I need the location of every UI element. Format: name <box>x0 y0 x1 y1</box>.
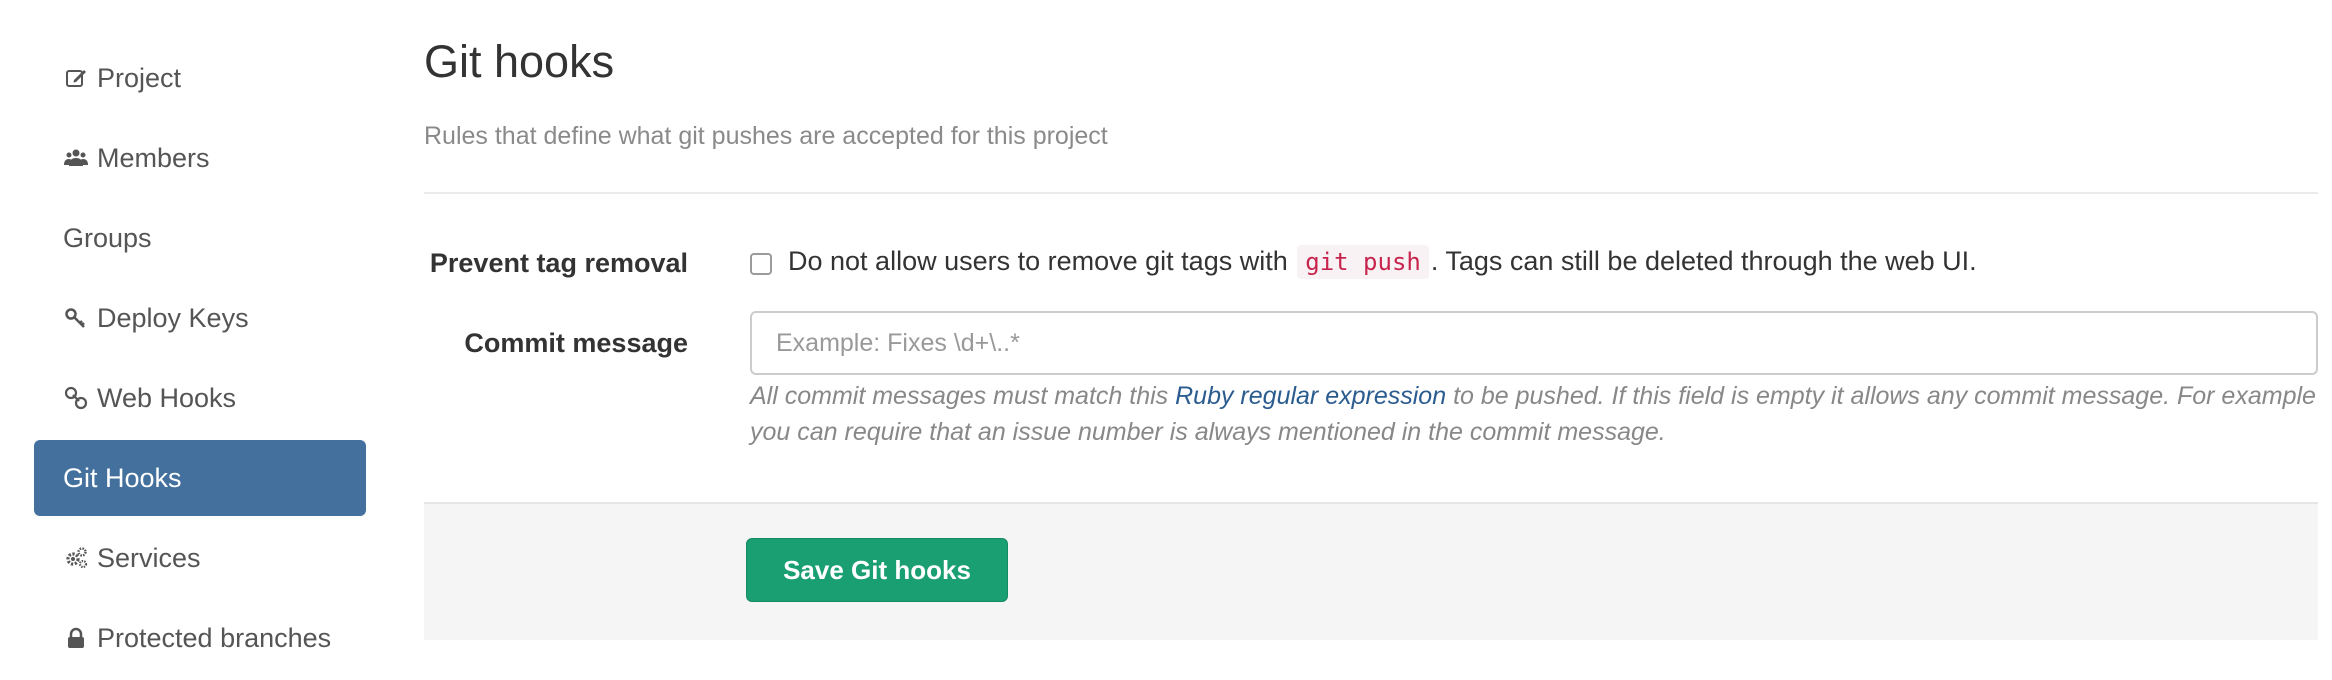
ruby-regex-link[interactable]: Ruby regular expression <box>1175 382 1446 410</box>
settings-sidebar: Project Members Groups Deploy Keys Web H… <box>34 40 366 680</box>
edit-icon <box>63 65 89 91</box>
save-git-hooks-button[interactable]: Save Git hooks <box>746 538 1008 602</box>
sidebar-item-deploy-keys[interactable]: Deploy Keys <box>34 280 366 356</box>
commit-message-label: Commit message <box>464 328 688 358</box>
lock-icon <box>63 625 89 651</box>
sidebar-item-web-hooks[interactable]: Web Hooks <box>34 360 366 436</box>
prevent-tag-removal-description: Do not allow users to remove git tags wi… <box>788 245 1977 279</box>
sidebar-item-members[interactable]: Members <box>34 120 366 196</box>
gears-icon <box>63 545 89 571</box>
sidebar-item-label: Members <box>97 142 210 173</box>
link-icon <box>63 385 89 411</box>
sidebar-item-label: Web Hooks <box>97 382 237 413</box>
sidebar-item-label: Project <box>97 62 182 93</box>
page-title: Git hooks <box>424 36 615 87</box>
divider <box>424 192 2318 194</box>
sidebar-item-label: Git Hooks <box>63 462 182 493</box>
git-push-code: git push <box>1297 245 1429 279</box>
sidebar-item-groups[interactable]: Groups <box>34 200 366 276</box>
key-icon <box>63 305 89 331</box>
sidebar-item-services[interactable]: Services <box>34 520 366 596</box>
users-icon <box>63 145 89 171</box>
description-text-after: . Tags can still be deleted through the … <box>1430 246 1977 276</box>
sidebar-item-project[interactable]: Project <box>34 40 366 116</box>
sidebar-item-protected-branches[interactable]: Protected branches <box>34 600 366 676</box>
help-text-before: All commit messages must match this <box>750 382 1169 410</box>
sidebar-item-label: Services <box>97 542 201 573</box>
sidebar-item-label: Deploy Keys <box>97 302 249 333</box>
sidebar-item-git-hooks[interactable]: Git Hooks <box>34 440 366 516</box>
sidebar-item-label: Groups <box>63 222 152 253</box>
prevent-tag-removal-checkbox[interactable] <box>750 253 772 275</box>
commit-message-input[interactable] <box>750 311 2318 375</box>
description-text: Do not allow users to remove git tags wi… <box>788 246 1288 276</box>
commit-message-help: All commit messages must match this Ruby… <box>750 378 2318 450</box>
page-subtitle: Rules that define what git pushes are ac… <box>424 122 1108 150</box>
sidebar-item-label: Protected branches <box>97 622 332 653</box>
form-actions: Save Git hooks <box>424 502 2318 640</box>
prevent-tag-removal-label: Prevent tag removal <box>429 248 688 278</box>
